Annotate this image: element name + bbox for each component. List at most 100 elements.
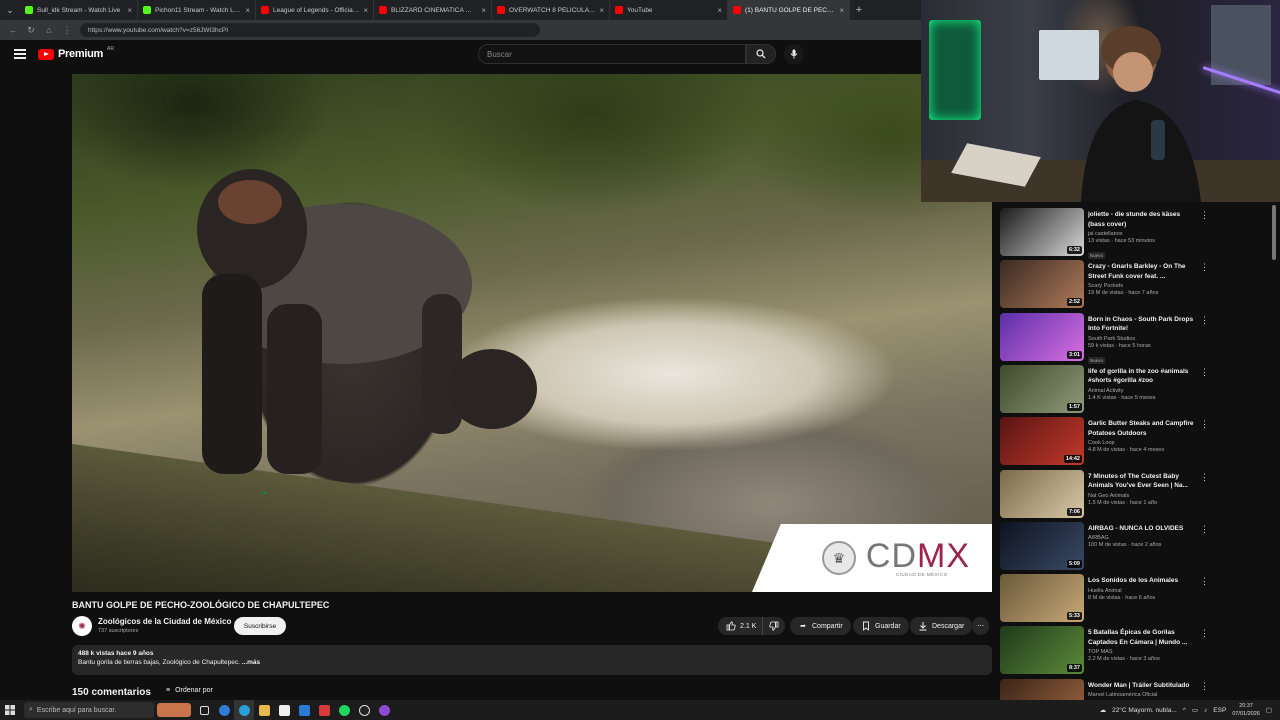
subscribe-button[interactable]: Suscribirse bbox=[234, 617, 286, 635]
recommendation-channel[interactable]: jai castellanos bbox=[1088, 231, 1198, 237]
more-vertical-icon[interactable]: ⋮ bbox=[1200, 262, 1209, 273]
recommendation-thumbnail[interactable]: 1:57 bbox=[1000, 364, 1084, 413]
recommendation-title[interactable]: Wonder Man | Tráiler Subtitulado bbox=[1088, 681, 1198, 691]
recommendation-item[interactable]: 14:42 Garlic Butter Steaks and Campfire P… bbox=[1000, 417, 1270, 466]
recommendation-channel[interactable]: TOP MAS bbox=[1088, 649, 1198, 655]
recommendation-thumbnail[interactable]: 8:37 bbox=[1000, 626, 1084, 675]
tab-close-icon[interactable]: × bbox=[127, 6, 132, 15]
share-button[interactable]: ➦ Compartir bbox=[790, 617, 851, 635]
youtube-premium-logo[interactable]: Premium AR bbox=[38, 46, 114, 60]
recommendation-thumbnail[interactable]: 3:01 bbox=[1000, 312, 1084, 361]
recommendation-title[interactable]: AIRBAG - NUNCA LO OLVIDES bbox=[1088, 524, 1198, 534]
more-vertical-icon[interactable]: ⋮ bbox=[1200, 681, 1209, 692]
windows-start-button[interactable] bbox=[0, 700, 20, 720]
recommendation-thumbnail[interactable]: 14:42 bbox=[1000, 417, 1084, 466]
recommendation-channel[interactable]: AIRBAG bbox=[1088, 535, 1198, 541]
browser-tab[interactable]: YouTube × bbox=[610, 0, 728, 20]
recommendation-title[interactable]: 5 Batallas Épicas de Gorilas Captados En… bbox=[1088, 628, 1198, 647]
more-vertical-icon[interactable]: ⋮ bbox=[1200, 576, 1209, 587]
taskbar-file-explorer-icon[interactable] bbox=[254, 700, 274, 720]
hamburger-menu-icon[interactable] bbox=[14, 49, 26, 59]
tab-close-icon[interactable]: × bbox=[599, 6, 604, 15]
taskbar-mail-icon[interactable] bbox=[294, 700, 314, 720]
dislike-button[interactable] bbox=[762, 617, 786, 635]
language-indicator[interactable]: ESP bbox=[1213, 707, 1226, 714]
recommendation-channel[interactable]: South Park Studios bbox=[1088, 336, 1198, 342]
recommendation-channel[interactable]: Huella Animal bbox=[1088, 588, 1198, 594]
site-info-icon[interactable]: ⋮ bbox=[62, 25, 72, 36]
sidebar-scrollbar[interactable] bbox=[1271, 203, 1277, 693]
recommendation-channel[interactable]: Marvel Latinoamérica Oficial bbox=[1088, 692, 1198, 698]
recommendation-item[interactable]: 6:32 joliette - die stunde des käses (bas… bbox=[1000, 208, 1270, 259]
more-vertical-icon[interactable]: ⋮ bbox=[1200, 210, 1209, 221]
new-tab-button[interactable]: + bbox=[850, 4, 868, 16]
recommendation-channel[interactable]: Nat Geo Animals bbox=[1088, 493, 1198, 499]
search-input[interactable]: Buscar bbox=[478, 44, 746, 64]
search-button[interactable] bbox=[746, 44, 776, 64]
save-button[interactable]: Guardar bbox=[853, 617, 909, 635]
recommendation-thumbnail[interactable]: 5:33 bbox=[1000, 574, 1084, 623]
notifications-icon[interactable]: ▢ bbox=[1266, 706, 1272, 714]
browser-tab[interactable]: League of Legends - Official 'For D × bbox=[256, 0, 374, 20]
recommendation-thumbnail[interactable]: 7:06 bbox=[1000, 469, 1084, 518]
browser-tab[interactable]: Pichon11 Stream - Watch Live on× bbox=[138, 0, 256, 20]
like-button[interactable]: 2.1 K bbox=[718, 617, 763, 635]
more-vertical-icon[interactable]: ⋮ bbox=[1200, 367, 1209, 378]
tab-close-icon[interactable]: × bbox=[245, 6, 250, 15]
recommendation-title[interactable]: 7 Minutes of The Cutest Baby Animals You… bbox=[1088, 472, 1198, 491]
weather-text[interactable]: 22°C Mayorm. nubla... bbox=[1112, 707, 1177, 714]
recommendation-item[interactable]: 5:33 Los Sonidos de los Animales Huella An… bbox=[1000, 574, 1270, 623]
home-icon[interactable]: ⌂ bbox=[44, 25, 54, 35]
reload-icon[interactable]: ↻ bbox=[26, 25, 36, 36]
browser-tab[interactable]: Sull_idk Stream - Watch Live × bbox=[20, 0, 138, 20]
description-box[interactable]: 488 k vistas hace 9 años Bantu gorila de… bbox=[72, 645, 992, 675]
volume-icon[interactable]: ♪ bbox=[1204, 707, 1207, 714]
taskbar-app-purple-icon[interactable] bbox=[374, 700, 394, 720]
download-button[interactable]: Descargar bbox=[910, 617, 973, 635]
browser-tab[interactable]: (1) BANTU GOLPE DE PECHO-ZO × bbox=[728, 0, 850, 20]
recommendation-title[interactable]: life of gorilla in the zoo #animals #sho… bbox=[1088, 367, 1198, 386]
tab-close-icon[interactable]: × bbox=[363, 6, 368, 15]
more-vertical-icon[interactable]: ⋮ bbox=[1200, 628, 1209, 639]
tab-close-icon[interactable]: × bbox=[717, 6, 722, 15]
recommendation-channel[interactable]: Cook Loop bbox=[1088, 440, 1198, 446]
clock[interactable]: 20:37 07/01/2026 bbox=[1232, 702, 1260, 718]
recommendation-item[interactable]: 1:57 life of gorilla in the zoo #animals … bbox=[1000, 364, 1270, 413]
recommendation-item[interactable]: 7:06 7 Minutes of The Cutest Baby Animals… bbox=[1000, 469, 1270, 518]
browser-tab[interactable]: OVERWATCH 8 PELICULA COMPLE× bbox=[492, 0, 610, 20]
tab-search-chevron-icon[interactable]: ⌄ bbox=[0, 0, 20, 20]
recommendation-title[interactable]: Los Sonidos de los Animales bbox=[1088, 576, 1198, 586]
taskbar-spotify-icon[interactable] bbox=[334, 700, 354, 720]
task-view-icon[interactable] bbox=[194, 700, 214, 720]
sort-comments-button[interactable]: ≡ Ordenar por bbox=[166, 687, 213, 694]
recommendation-thumbnail[interactable]: 5:09 bbox=[1000, 521, 1084, 570]
tray-chevron-icon[interactable]: ^ bbox=[1183, 707, 1186, 714]
recommendation-item[interactable]: 8:37 5 Batallas Épicas de Gorilas Captado… bbox=[1000, 626, 1270, 675]
taskbar-search-input[interactable]: ⌕ Escribe aquí para buscar. bbox=[24, 702, 154, 718]
voice-search-button[interactable] bbox=[784, 44, 804, 64]
browser-tab[interactable]: BLIZZARD CINEMATICA WOW - Yo × bbox=[374, 0, 492, 20]
recommendation-channel[interactable]: Animal Activity bbox=[1088, 388, 1198, 394]
more-actions-button[interactable]: ⋯ bbox=[972, 617, 989, 635]
more-vertical-icon[interactable]: ⋮ bbox=[1200, 472, 1209, 483]
recommendation-item[interactable]: 3:01 Born in Chaos - South Park Drops Int… bbox=[1000, 312, 1270, 364]
recommendation-title[interactable]: joliette - die stunde des käses (bass co… bbox=[1088, 210, 1198, 229]
recommendation-channel[interactable]: Scary Pockets bbox=[1088, 283, 1198, 289]
back-icon[interactable]: ← bbox=[8, 25, 18, 35]
recommendation-thumbnail[interactable]: 2:52 bbox=[1000, 260, 1084, 309]
recommendation-title[interactable]: Crazy - Gnarls Barkley - On The Street F… bbox=[1088, 262, 1198, 281]
recommendation-item[interactable]: Wonder Man | Tráiler Subtitulado Marvel L… bbox=[1000, 678, 1270, 702]
taskbar-obs-icon[interactable] bbox=[354, 700, 374, 720]
tab-close-icon[interactable]: × bbox=[481, 6, 486, 15]
recommendation-thumbnail[interactable] bbox=[1000, 678, 1084, 702]
recommendation-item[interactable]: 2:52 Crazy - Gnarls Barkley - On The Stre… bbox=[1000, 260, 1270, 309]
recommendation-title[interactable]: Born in Chaos - South Park Drops Into Fo… bbox=[1088, 315, 1198, 334]
channel-name[interactable]: Zoológicos de la Ciudad de México bbox=[98, 617, 231, 626]
taskbar-app-1-icon[interactable] bbox=[214, 700, 234, 720]
recommendation-item[interactable]: 5:09 AIRBAG - NUNCA LO OLVIDES AIRBAG 100 M… bbox=[1000, 521, 1270, 570]
taskbar-chrome-icon[interactable] bbox=[234, 700, 254, 720]
more-vertical-icon[interactable]: ⋮ bbox=[1200, 524, 1209, 535]
video-player[interactable]: ♛ CDMX CIUDAD DE MÉXICO bbox=[72, 74, 992, 592]
taskbar-widget-image[interactable] bbox=[154, 700, 194, 720]
taskbar-store-icon[interactable] bbox=[274, 700, 294, 720]
